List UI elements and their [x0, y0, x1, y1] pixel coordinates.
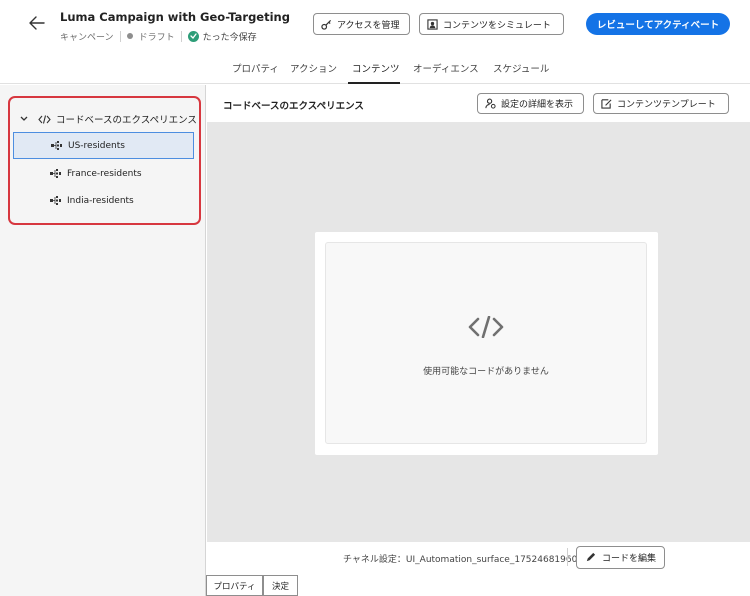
- page-title: Luma Campaign with Geo-Targeting: [60, 10, 290, 24]
- tree-item-france-residents[interactable]: France-residents: [13, 160, 194, 187]
- divider: [119, 30, 121, 42]
- tab-audience[interactable]: オーディエンス: [413, 61, 479, 75]
- simulate-icon: [427, 18, 438, 30]
- review-activate-button[interactable]: レビューしてアクティベート: [586, 13, 730, 35]
- key-icon: [321, 19, 332, 30]
- manage-access-label: アクセスを管理: [337, 20, 400, 31]
- tree-item-label: US-residents: [68, 140, 125, 151]
- simulate-content-button[interactable]: コンテンツをシミュレート: [419, 13, 564, 35]
- status-badge: ドラフト: [138, 32, 175, 43]
- active-tab-indicator: [348, 82, 400, 84]
- bottom-tab-properties[interactable]: プロパティ: [206, 575, 263, 596]
- saved-status: たった今保存: [202, 32, 257, 43]
- status-dot-icon: [126, 33, 133, 39]
- tab-bar: プロパティ アクション コンテンツ オーディエンス スケジュール: [0, 52, 750, 84]
- tree-item-label: France-residents: [67, 168, 142, 179]
- tree-item-us-residents[interactable]: US-residents: [13, 132, 194, 159]
- manage-access-button[interactable]: アクセスを管理: [313, 13, 410, 35]
- channel-config-value: UI_Automation_surface_1752468196069: [405, 555, 589, 565]
- user-settings-icon: [485, 98, 496, 109]
- back-arrow-icon[interactable]: [26, 12, 48, 34]
- tab-properties[interactable]: プロパティ: [232, 61, 279, 75]
- simulate-content-label: コンテンツをシミュレート: [443, 20, 551, 31]
- pencil-icon: [586, 552, 596, 562]
- tree-root-codebase-experience[interactable]: コードベースのエクスペリエンス: [20, 112, 197, 126]
- channel-config: チャネル設定：UI_Automation_surface_17524681960…: [343, 552, 589, 565]
- channel-config-label: チャネル設定：: [343, 555, 406, 565]
- chevron-down-icon[interactable]: [20, 116, 28, 122]
- treatment-icon: [50, 169, 61, 178]
- settings-details-button[interactable]: 設定の詳細を表示: [477, 93, 584, 114]
- content-template-button[interactable]: コンテンツテンプレート: [593, 93, 729, 114]
- tab-schedule[interactable]: スケジュール: [493, 61, 549, 75]
- empty-state-message: 使用可能なコードがありません: [423, 367, 549, 377]
- content-template-label: コンテンツテンプレート: [617, 100, 716, 110]
- treatment-icon: [51, 141, 62, 150]
- settings-details-label: 設定の詳細を表示: [501, 100, 574, 110]
- template-icon: [601, 99, 612, 109]
- content-title: コードベースのエクスペリエンス: [223, 101, 364, 112]
- code-brackets-icon: [468, 316, 504, 338]
- edit-code-button[interactable]: コードを編集: [576, 546, 665, 569]
- tab-content[interactable]: コンテンツ: [352, 61, 400, 75]
- divider: [180, 30, 182, 42]
- tree-item-label: India-residents: [67, 195, 134, 206]
- bottom-tab-decision[interactable]: 決定: [263, 575, 298, 596]
- check-circle-icon: [187, 30, 199, 42]
- campaign-type: キャンペーン: [60, 32, 114, 43]
- divider: [567, 548, 568, 566]
- tree-root-label: コードベースのエクスペリエンス: [56, 115, 197, 126]
- campaign-meta: キャンペーン ドラフト たった今保存: [60, 30, 257, 43]
- empty-state-panel: [325, 242, 647, 444]
- code-icon: [38, 114, 51, 124]
- treatment-icon: [50, 196, 61, 205]
- tree-item-india-residents[interactable]: India-residents: [13, 187, 194, 214]
- top-bar: Luma Campaign with Geo-Targeting キャンペーン …: [0, 0, 750, 52]
- tab-actions[interactable]: アクション: [290, 61, 337, 75]
- edit-code-label: コードを編集: [601, 554, 656, 564]
